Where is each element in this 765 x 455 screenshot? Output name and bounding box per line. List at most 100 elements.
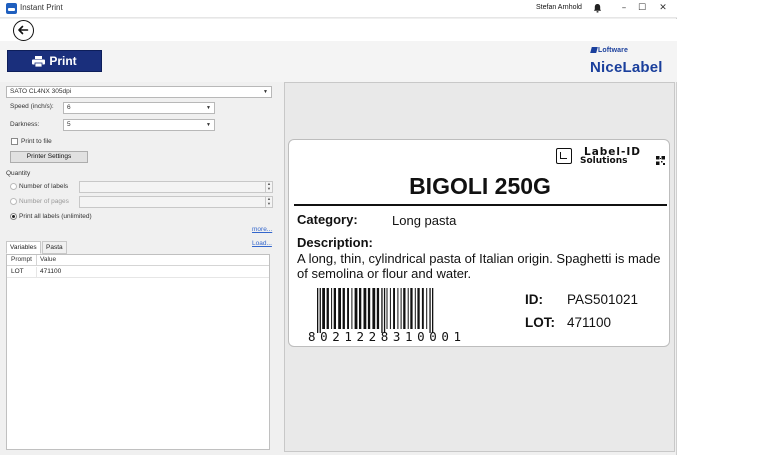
- print-to-file-label: Print to file: [21, 138, 52, 145]
- label-id-value: PAS501021: [567, 292, 639, 307]
- print-to-file-checkbox[interactable]: [11, 138, 18, 145]
- spinner-arrows-icon[interactable]: ▲ ▼: [265, 196, 272, 207]
- window-title: Instant Print: [20, 3, 63, 12]
- back-button[interactable]: [13, 20, 34, 41]
- table-row[interactable]: LOT 471100: [7, 267, 269, 278]
- chevron-down-icon: ▼: [263, 89, 268, 95]
- chevron-down-icon: ▼: [206, 122, 211, 128]
- barcode-bar: [386, 288, 388, 329]
- darkness-label: Darkness:: [10, 121, 40, 128]
- barcode-bar: [403, 288, 406, 329]
- barcode-bar: [354, 288, 358, 329]
- back-arrow-icon: [18, 25, 29, 35]
- minimize-button[interactable]: –: [618, 2, 630, 14]
- barcode-bar: [351, 288, 353, 329]
- app-root: Instant Print Stefan Arnhold – ☐ ✕ Print…: [0, 0, 765, 455]
- speed-select[interactable]: 6 ▼: [63, 102, 215, 114]
- barcode-digits: 8021228310001: [308, 329, 466, 344]
- barcode-bar: [372, 288, 376, 329]
- print-button-label: Print: [49, 54, 77, 68]
- label-preview: Label-ID Solutions BIGOLI 250G Category:: [288, 139, 670, 347]
- printer-icon: [32, 55, 46, 67]
- barcode: [317, 288, 434, 333]
- label-id-mark-icon: [556, 148, 572, 164]
- barcode-bar: [410, 288, 413, 329]
- tab-pasta[interactable]: Pasta: [42, 241, 67, 254]
- label-product-title: BIGOLI 250G: [409, 173, 551, 199]
- column-divider[interactable]: [36, 255, 37, 266]
- label-id-logo: Label-ID Solutions: [556, 143, 668, 167]
- barcode-bar: [414, 288, 416, 329]
- barcode-bar: [317, 288, 319, 333]
- barcode-bar: [389, 288, 391, 329]
- app-icon: [6, 3, 17, 14]
- row-value[interactable]: 471100: [40, 268, 61, 275]
- barcode-bar: [322, 288, 325, 329]
- label-lot-key: LOT:: [525, 315, 555, 330]
- barcode-bar: [376, 288, 380, 329]
- barcode-bar: [331, 288, 333, 329]
- speed-label: Speed (inch/s):: [10, 103, 54, 110]
- header-band: Print Loftware NiceLabel: [0, 41, 677, 82]
- column-value: Value: [40, 256, 57, 263]
- barcode-bar: [359, 288, 362, 329]
- barcode-bar: [407, 288, 409, 329]
- variables-grid: Prompt Value LOT 471100: [6, 254, 270, 450]
- label-description-key: Description:: [297, 235, 373, 250]
- navigation-bar: [0, 19, 677, 41]
- barcode-bar: [383, 288, 386, 333]
- loftware-mark-icon: [590, 47, 598, 53]
- darkness-select[interactable]: 5 ▼: [63, 119, 215, 131]
- number-of-pages-label: Number of pages: [19, 198, 69, 205]
- barcode-bar: [367, 288, 371, 329]
- tab-variables[interactable]: Variables: [6, 241, 41, 254]
- barcode-bar: [393, 288, 395, 329]
- print-all-labels-radio[interactable]: [10, 213, 17, 220]
- row-prompt: LOT: [11, 268, 24, 275]
- printer-select-value: SATO CL4NX 305dpi: [10, 88, 72, 95]
- label-category-key: Category:: [297, 212, 358, 227]
- barcode-bar: [319, 288, 321, 333]
- chevron-down-icon: ▼: [206, 105, 211, 111]
- number-of-pages-radio[interactable]: [10, 198, 17, 205]
- spinner-arrows-icon[interactable]: ▲ ▼: [265, 181, 272, 192]
- close-button[interactable]: ✕: [657, 2, 669, 14]
- label-id-brand-line2: Solutions: [580, 156, 628, 166]
- label-lot-value: 471100: [567, 315, 612, 330]
- barcode-bar: [397, 288, 399, 329]
- barcode-bar: [432, 288, 434, 333]
- darkness-select-value: 5: [67, 121, 71, 128]
- label-id-key: ID:: [525, 292, 543, 307]
- number-of-labels-input[interactable]: ▲ ▼: [79, 181, 273, 193]
- barcode-bar: [338, 288, 341, 329]
- load-link[interactable]: Load...: [252, 240, 272, 247]
- qr-code-icon: [656, 156, 665, 165]
- bell-icon[interactable]: [593, 3, 602, 13]
- barcode-bar: [333, 288, 336, 329]
- grid-header: Prompt Value: [7, 255, 269, 266]
- title-bar: Instant Print Stefan Arnhold – ☐ ✕: [0, 0, 677, 18]
- barcode-bar: [417, 288, 420, 329]
- number-of-pages-input[interactable]: ▲ ▼: [79, 196, 273, 208]
- number-of-labels-label: Number of labels: [19, 183, 69, 190]
- number-of-labels-radio[interactable]: [10, 183, 17, 190]
- label-preview-pane: Label-ID Solutions BIGOLI 250G Category:: [284, 82, 675, 452]
- maximize-button[interactable]: ☐: [636, 2, 648, 14]
- settings-panel: SATO CL4NX 305dpi ▼ Speed (inch/s): 6 ▼ …: [0, 82, 277, 455]
- barcode-bar: [426, 288, 428, 329]
- barcode-bar: [363, 288, 367, 329]
- more-link[interactable]: more...: [252, 226, 272, 233]
- barcode-bar: [429, 288, 431, 333]
- column-prompt: Prompt: [11, 256, 32, 263]
- printer-select[interactable]: SATO CL4NX 305dpi ▼: [6, 86, 272, 98]
- barcode-bar: [400, 288, 402, 329]
- print-button[interactable]: Print: [7, 50, 102, 72]
- loftware-logo: Loftware: [590, 47, 628, 54]
- label-category-value: Long pasta: [392, 213, 457, 228]
- print-all-labels-label: Print all labels (unlimited): [19, 213, 92, 220]
- barcode-bar: [342, 288, 345, 329]
- printer-settings-button[interactable]: Printer Settings: [10, 151, 88, 163]
- column-divider: [36, 267, 37, 278]
- user-name[interactable]: Stefan Arnhold: [536, 4, 582, 11]
- label-divider: [294, 204, 667, 206]
